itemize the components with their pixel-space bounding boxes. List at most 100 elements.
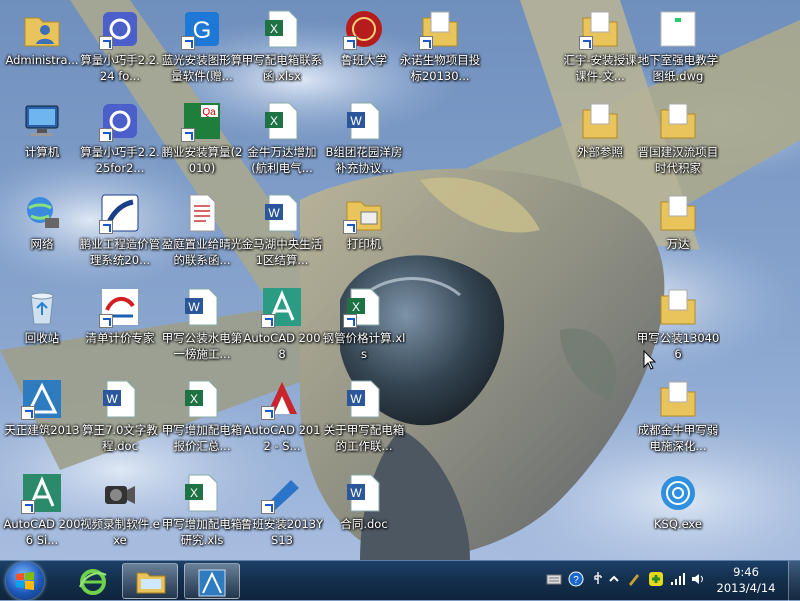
desktop-icon-jiaxie-contact-xlsx[interactable]: X 甲写配电箱联系函.xlsx: [240, 2, 324, 90]
desktop-icon-label: 金牛万达增加(航利电气...: [247, 145, 317, 175]
autocad-2006-icon: [21, 472, 63, 514]
desktop-icon-label: 蓝光安装图形算量软件(赠...: [161, 53, 243, 83]
desktop-icon-label: 鹏业安装算量(2010): [161, 145, 243, 175]
desktop-icon-network[interactable]: 网络: [0, 186, 84, 274]
desktop-icon-label: 鹏业工程造价管理系统20...: [79, 237, 161, 267]
pen-icon[interactable]: [626, 571, 642, 587]
desktop-icon-calculator-2-2-24[interactable]: 算量小巧手2.2.24 fo...: [78, 2, 162, 90]
desktop-icon-yingting-letter[interactable]: 盈庭置业给晴光的联系函...: [160, 186, 244, 274]
folder-icon: [657, 286, 699, 328]
tangent-app-icon: [198, 569, 226, 597]
desktop-icon-label: 计算机: [24, 145, 60, 159]
desktop-icon-label: 天正建筑2013: [4, 423, 80, 437]
show-desktop-button[interactable]: [788, 561, 800, 601]
desktop-icon-jiaxie-quote-summary[interactable]: X 甲写增加配电箱报价汇总...: [160, 372, 244, 460]
desktop-icon-label: 万达: [666, 237, 690, 251]
taskbar-pinned-internet-explorer[interactable]: [66, 563, 122, 599]
desktop-icon-label: AutoCAD 2008: [243, 331, 321, 361]
dwg-file-icon: [657, 8, 699, 50]
desktop-icon-qingdan-expert[interactable]: 清单计价专家: [78, 280, 162, 368]
calculator-app-icon: [99, 8, 141, 50]
network-signal-icon[interactable]: [670, 571, 686, 587]
ksq-app-icon: [657, 472, 699, 514]
taskbar-clock[interactable]: 9:46 2013/4/14: [706, 564, 786, 596]
desktop-icon-label: 算王7.0文字教程.doc: [82, 423, 158, 453]
video-recorder-icon: [99, 472, 141, 514]
calculator-app-icon: [99, 100, 141, 142]
desktop-icon-yongnuo-bid[interactable]: 永诺生物项目投标20130...: [398, 2, 482, 90]
desktop-icon-luban-university[interactable]: 鲁班大学: [322, 2, 406, 90]
desktop-icon-autocad-2008[interactable]: AutoCAD 2008: [240, 280, 324, 368]
desktop-icon-video-recorder[interactable]: 视频录制软件.exe: [78, 466, 162, 554]
desktop-icon-calculator-2-2-25[interactable]: 算量小巧手2.2.25for2...: [78, 94, 162, 182]
qingdan-app-icon: [99, 286, 141, 328]
desktop-icon-suanwang-doc[interactable]: W 算王7.0文字教程.doc: [78, 372, 162, 460]
desktop-icon-chengdu-jinniu[interactable]: 成都金牛甲写弱电施深化...: [636, 372, 720, 460]
folder-icon: [579, 8, 621, 50]
desktop-icon-label: 甲写增加配电箱研究.xls: [161, 517, 243, 547]
word-file-icon: W: [181, 286, 223, 328]
keyboard-icon[interactable]: [546, 571, 562, 587]
desktop-icon-label: 合同.doc: [340, 517, 388, 531]
desktop-icon-label: Administra...: [5, 53, 79, 67]
desktop-icon-ksq-exe[interactable]: KSQ.exe: [636, 466, 720, 554]
desktop-icon-label: 算量小巧手2.2.25for2...: [80, 145, 160, 175]
desktop-icon-jiaxie-work-contact[interactable]: W 关于甲写配电箱的工作联...: [322, 372, 406, 460]
volume-icon[interactable]: [690, 571, 706, 587]
desktop-icon-b-group-agreement[interactable]: W B组团花园洋房补充协议...: [322, 94, 406, 182]
desktop-icon-tangent-architecture[interactable]: 天正建筑2013: [0, 372, 84, 460]
desktop-icon-computer[interactable]: 计算机: [0, 94, 84, 182]
computer-icon: [21, 100, 63, 142]
desktop-icon-label: 清单计价专家: [85, 331, 155, 345]
desktop-icon-jiaxie-water-doc[interactable]: W 甲写公装水电第一榜施工...: [160, 280, 244, 368]
desktop-icon-huiyu-courseware[interactable]: 汇宇-安装授课课件-文...: [558, 2, 642, 90]
svg-text:G: G: [193, 17, 212, 44]
clock-time: 9:46: [733, 565, 759, 579]
luban-university-icon: [343, 8, 385, 50]
desktop-icon-bluelight-install[interactable]: G 蓝光安装图形算量软件(赠...: [160, 2, 244, 90]
desktop-icon-recycle-bin[interactable]: 回收站: [0, 280, 84, 368]
chevron-up-icon[interactable]: [608, 571, 624, 587]
desktop-icon-pengye-cost[interactable]: 鹏业工程造价管理系统20...: [78, 186, 162, 274]
desktop-icon-pengye-install[interactable]: Qa 鹏业安装算量(2010): [160, 94, 244, 182]
desktop-icon-basement-drawing[interactable]: 地下室强电教学图纸.dwg: [636, 2, 720, 90]
taskbar-pinned-windows-explorer[interactable]: [122, 563, 178, 599]
excel-file-icon: X: [181, 378, 223, 420]
svg-text:W: W: [350, 486, 362, 500]
svg-text:X: X: [270, 22, 278, 36]
desktop-icon-label: 甲写配电箱联系函.xlsx: [241, 53, 323, 83]
desktop-icon-label: 鲁班安装2013YS13: [240, 517, 324, 547]
excel-file-icon: X: [261, 100, 303, 142]
desktop-icon-label: 甲写公装水电第一榜施工...: [161, 331, 243, 361]
svg-text:X: X: [190, 486, 198, 500]
desktop-icon-label: 网络: [30, 237, 54, 251]
desktop-icon-jinniu-wanda-add[interactable]: X 金牛万达增加(航利电气...: [240, 94, 324, 182]
desktop-icon-autocad-2006[interactable]: AutoCAD 2006 Si...: [0, 466, 84, 554]
desktop-icon-label: 成都金牛甲写弱电施深化...: [637, 423, 719, 453]
green-plus-icon[interactable]: [648, 571, 664, 587]
usb-icon[interactable]: [590, 571, 606, 587]
word-file-icon: W: [261, 192, 303, 234]
desktop-icon-administrator[interactable]: Administra...: [0, 2, 84, 90]
help-icon[interactable]: ?: [568, 571, 584, 587]
desktop-icon-jinmahu-settlement[interactable]: W 金马湖中央生活1区结算...: [240, 186, 324, 274]
desktop-icon-steel-pipe-price[interactable]: X 钢管价格计算.xls: [322, 280, 406, 368]
desktop-icon-luban-install[interactable]: 鲁班安装2013YS13: [240, 466, 324, 554]
desktop-icon-autocad-2012[interactable]: AutoCAD 2012 - S...: [240, 372, 324, 460]
start-button[interactable]: [6, 562, 44, 600]
desktop-icon-external-reference[interactable]: 外部参照: [558, 94, 642, 182]
desktop-icon-jinguo-project[interactable]: 晋国建汉流项目时代积家: [636, 94, 720, 182]
excel-file-icon: X: [181, 472, 223, 514]
mouse-cursor-icon: [643, 349, 657, 374]
desktop-icon-jiaxie-research-xls[interactable]: X 甲写增加配电箱研究.xls: [160, 466, 244, 554]
desktop-icon-wanda[interactable]: 万达: [636, 186, 720, 274]
windows-logo-icon: [16, 572, 34, 590]
folder-icon: [657, 192, 699, 234]
pengye-cost-app-icon: [99, 192, 141, 234]
taskbar-pinned-tangent-architecture[interactable]: [184, 563, 240, 599]
pengye-app-icon: Qa: [181, 100, 223, 142]
desktop-icon-printer[interactable]: 打印机: [322, 186, 406, 274]
desktop-icon-contract-doc[interactable]: W 合同.doc: [322, 466, 406, 554]
desktop-icon-label: 汇宇-安装授课课件-文...: [563, 53, 637, 83]
clock-date: 2013/4/14: [716, 581, 776, 595]
